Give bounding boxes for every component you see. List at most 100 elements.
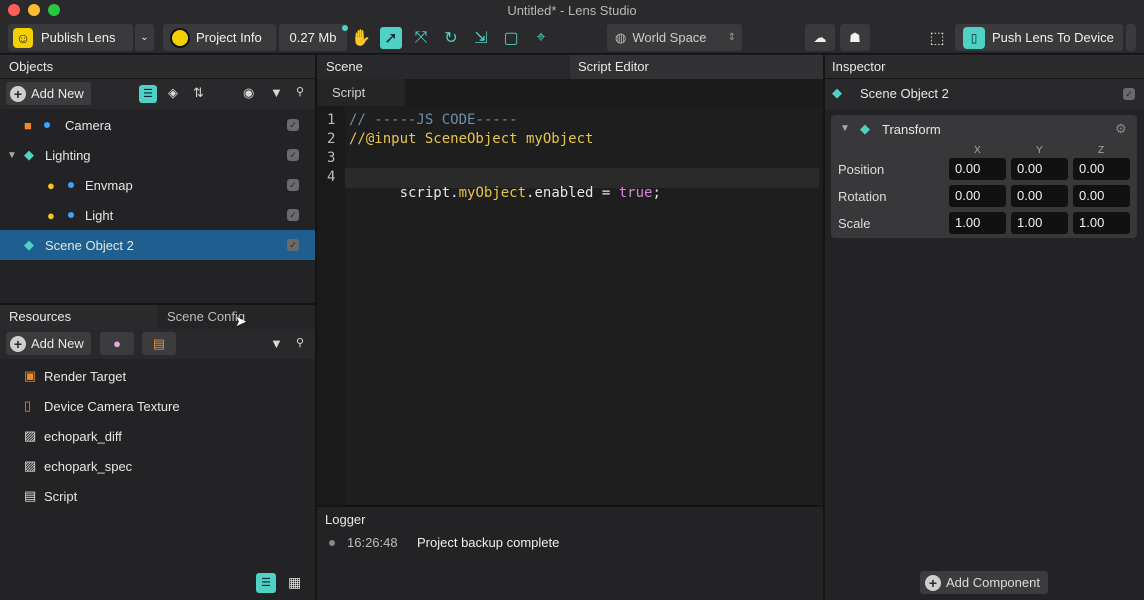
line-number: 4 — [327, 169, 336, 185]
move-tool-icon[interactable]: ⤧ — [410, 27, 432, 49]
push-dropdown-button[interactable] — [1126, 24, 1136, 51]
objects-panel: Objects + Add New ☰ ◈ ⇅ ◉ ▼ ⚲ ■ Camera ✓… — [0, 55, 315, 303]
search-icon[interactable]: ⚲ — [296, 85, 304, 98]
code-line-4: script.myObject.enabled = true; — [349, 169, 661, 217]
search-icon[interactable]: ⚲ — [296, 336, 304, 349]
blue-dot-icon — [44, 122, 50, 128]
select-tool-icon[interactable]: ➚ — [380, 27, 402, 49]
bulb-icon: ● — [47, 207, 55, 223]
updown-icon: ⇕ — [727, 32, 736, 43]
face-preview-button[interactable]: ☗ — [840, 24, 870, 51]
add-component-button[interactable]: + Add Component — [920, 571, 1048, 594]
zoom-window-button[interactable] — [48, 4, 60, 16]
space-select[interactable]: ◍ World Space ⇕ — [607, 24, 742, 51]
scale-tool-icon[interactable]: ⇲ — [470, 27, 492, 49]
minimize-window-button[interactable] — [28, 4, 40, 16]
push-lens-button[interactable]: ▯ Push Lens To Device — [955, 24, 1123, 51]
enabled-checkbox[interactable]: ✓ — [1123, 88, 1135, 100]
enabled-checkbox[interactable]: ✓ — [287, 209, 299, 221]
position-y-field[interactable]: 0.00 — [1011, 158, 1068, 180]
resource-item-echopark-spec[interactable]: ▨ echopark_spec — [0, 451, 315, 481]
hand-tool-icon[interactable]: ✋ — [350, 27, 372, 49]
inspector-object-name[interactable]: Scene Object 2 — [860, 86, 949, 101]
status-dot — [342, 25, 348, 31]
resource-item-label: Device Camera Texture — [44, 398, 180, 414]
material-library-button[interactable]: ● — [100, 332, 134, 355]
blue-dot-icon — [68, 182, 74, 188]
cloud-icon: ☁ — [813, 29, 827, 45]
divider[interactable] — [317, 505, 823, 507]
position-z-field[interactable]: 0.00 — [1073, 158, 1130, 180]
resource-item-render-target[interactable]: ▣ Render Target — [0, 361, 315, 391]
eye-icon[interactable]: ◉ — [243, 85, 254, 101]
filter-icon[interactable]: ▼ — [270, 85, 283, 100]
tree-item-envmap[interactable]: ● Envmap ✓ — [0, 170, 315, 200]
row-label-rotation: Rotation — [838, 189, 887, 204]
rotation-z-field[interactable]: 0.00 — [1073, 185, 1130, 207]
sort-icon[interactable]: ⇅ — [193, 85, 204, 101]
expand-arrow-icon[interactable]: ▼ — [7, 150, 17, 161]
divider[interactable] — [315, 55, 317, 600]
inspector-object-row: ◆ Scene Object 2 ✓ — [825, 79, 1144, 109]
rotation-y-field[interactable]: 0.00 — [1011, 185, 1068, 207]
resources-toolbar: + Add New ● ▤ ▼ ⚲ — [0, 329, 315, 359]
project-size-badge[interactable]: 0.27 Mb — [279, 24, 347, 51]
tree-item-scene-object-2[interactable]: ◆ Scene Object 2 ✓ — [0, 230, 315, 260]
tree-item-lighting[interactable]: ▼ ◆ Lighting ✓ — [0, 140, 315, 170]
resources-add-new-label: Add New — [31, 336, 84, 351]
line-gutter: 1 2 3 4 — [317, 106, 345, 505]
enabled-checkbox[interactable]: ✓ — [287, 179, 299, 191]
divider[interactable] — [823, 55, 825, 600]
filter-icon[interactable]: ▼ — [270, 336, 283, 351]
component-title: Transform — [882, 122, 941, 137]
position-x-field[interactable]: 0.00 — [949, 158, 1006, 180]
bulb-icon: ● — [47, 177, 55, 193]
publish-lens-button[interactable]: ☺ Publish Lens — [8, 24, 133, 51]
objects-toolbar: + Add New ☰ ◈ ⇅ ◉ ▼ ⚲ — [0, 79, 315, 109]
tree-item-camera[interactable]: ■ Camera ✓ — [0, 110, 315, 140]
tree-item-light[interactable]: ● Light ✓ — [0, 200, 315, 230]
tab-script-editor[interactable]: Script Editor — [570, 55, 823, 79]
publish-dropdown-button[interactable]: ⌄ — [135, 24, 154, 51]
transform-component: ▼ ◆ Transform ⚙ X Y Z Position 0.00 0.00… — [831, 115, 1137, 238]
rotation-x-field[interactable]: 0.00 — [949, 185, 1006, 207]
list-view-icon[interactable]: ☰ — [256, 573, 276, 593]
phone-icon: ▯ — [963, 26, 985, 49]
enabled-checkbox[interactable]: ✓ — [287, 119, 299, 131]
gear-icon[interactable]: ⚙ — [1115, 121, 1127, 137]
transform-icon: ◆ — [860, 121, 870, 136]
asset-library-button[interactable]: ▤ — [142, 332, 176, 355]
scale-y-field[interactable]: 1.00 — [1011, 212, 1068, 234]
file-tab-script[interactable]: Script — [317, 79, 405, 106]
enabled-checkbox[interactable]: ✓ — [287, 239, 299, 251]
tab-resources[interactable]: Resources — [0, 305, 157, 329]
objects-add-new-button[interactable]: + Add New — [6, 82, 91, 105]
list-view-icon[interactable]: ☰ — [139, 85, 157, 103]
layers-icon[interactable]: ◈ — [168, 85, 178, 101]
camera-icon: ■ — [24, 117, 32, 133]
resource-item-echopark-diff[interactable]: ▨ echopark_diff — [0, 421, 315, 451]
collapse-arrow-icon[interactable]: ▼ — [840, 123, 850, 134]
scale-x-field[interactable]: 1.00 — [949, 212, 1006, 234]
code-area[interactable]: // -----JS CODE----- //@input SceneObjec… — [345, 106, 823, 505]
inspector-header: Inspector — [825, 55, 1144, 79]
enabled-checkbox[interactable]: ✓ — [287, 149, 299, 161]
project-info-button[interactable]: Project Info — [163, 24, 276, 51]
main-toolbar: ☺ Publish Lens ⌄ Project Info 0.27 Mb ✋ … — [0, 21, 1144, 54]
resource-item-device-camera-texture[interactable]: ▯ Device Camera Texture — [0, 391, 315, 421]
pair-device-icon[interactable]: ⬚ — [926, 27, 948, 49]
scale-z-field[interactable]: 1.00 — [1073, 212, 1130, 234]
close-window-button[interactable] — [8, 4, 20, 16]
preview-cloud-button[interactable]: ☁ — [805, 24, 835, 51]
grid-view-icon[interactable]: ▦ — [288, 574, 301, 591]
tree-item-label: Lighting — [45, 147, 91, 163]
rect-tool-icon[interactable]: ▢ — [500, 27, 522, 49]
pivot-tool-icon[interactable]: ⌖ — [530, 27, 552, 49]
device-camera-icon: ▯ — [24, 398, 32, 413]
rotate-tool-icon[interactable]: ↻ — [440, 27, 462, 49]
tab-scene[interactable]: Scene — [317, 55, 569, 79]
divider[interactable] — [0, 303, 315, 305]
axis-label-y: Y — [1036, 145, 1043, 156]
resource-item-script[interactable]: ▤ Script — [0, 481, 315, 511]
resources-add-new-button[interactable]: + Add New — [6, 332, 91, 355]
